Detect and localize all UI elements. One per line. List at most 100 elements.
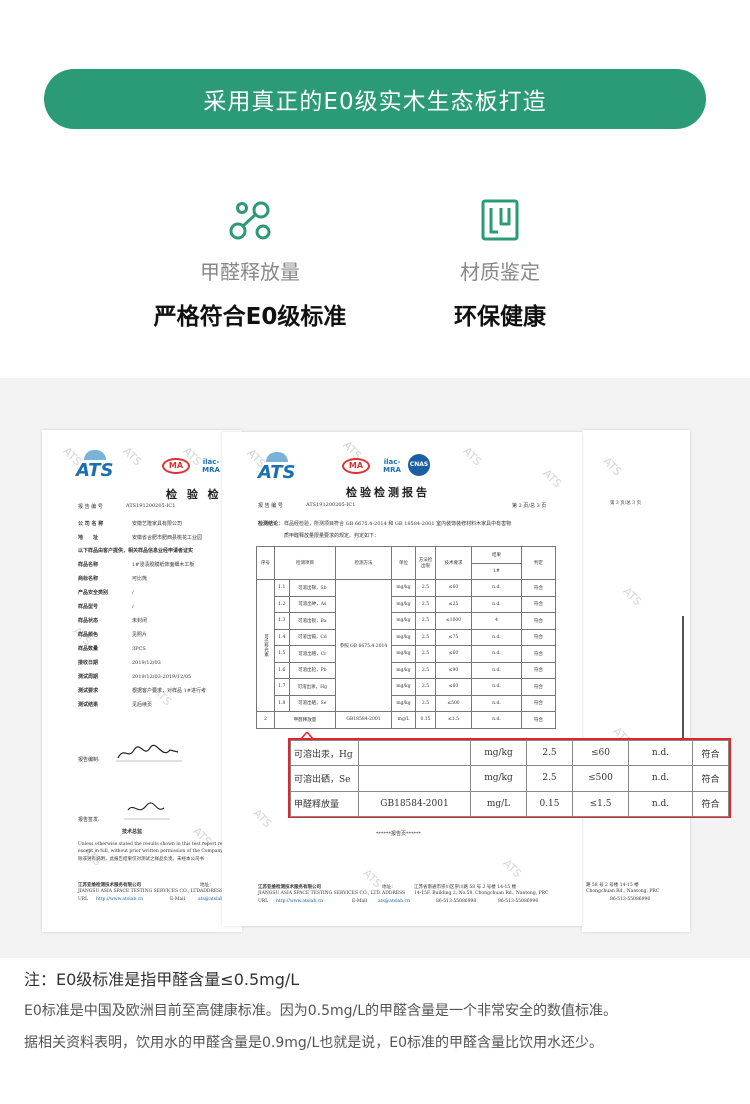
field-row: 样品名称 1#浸渍胶膜纸饰面细木工板: [78, 562, 195, 568]
cell: 2.5: [526, 765, 573, 792]
cell: 符合: [521, 595, 556, 613]
cell: ≤25: [435, 595, 472, 613]
footer-address: 江苏省南通市崇川区崇川路 58 号 2 号楼 14-15 楼: [414, 885, 517, 890]
report-page-1: ATS ATS ATS ATS ATS ATS ATS ATS MA ilac-…: [42, 430, 242, 932]
approver-title: 技术总监: [122, 829, 143, 835]
ilac-logo: ilac-MRA: [383, 458, 401, 474]
cell: n.d.: [628, 765, 693, 792]
field-row: 产品安全类别 /: [78, 590, 134, 596]
molecule-icon: [226, 196, 274, 244]
ats-logo: ATS: [76, 450, 113, 481]
cell: ≤60: [435, 678, 472, 696]
table-row: 可溶出硒，Se mg/kg 2.5 ≤500 n.d. 符合: [290, 765, 729, 792]
cell: 甲醛释放量: [274, 711, 336, 729]
cell: ≤60: [572, 739, 629, 767]
cell: mg/kg: [391, 579, 416, 597]
field-row: 样品状态 未封闭: [78, 618, 148, 624]
footer-url[interactable]: http://www.atslab.cn: [96, 897, 143, 902]
header-cell: 单位: [391, 546, 416, 580]
field-row: 测试要求 根据客户要求，对样品 1#进行考: [78, 688, 206, 694]
cell: 可溶出硒，Se: [290, 765, 359, 792]
header-cell: 1#: [471, 562, 522, 580]
cell: 2.5: [415, 694, 436, 712]
footer-url-label: URL: [258, 899, 269, 904]
cell: 符合: [521, 678, 556, 696]
cell: n.d.: [471, 661, 522, 679]
method-cell: 参照 GB 6675.4-2014: [335, 579, 392, 712]
cell: mg/kg: [391, 694, 416, 712]
watermark: ATS: [460, 444, 484, 469]
footer-address: 路 58 号 2 号楼 14-15 楼: [586, 883, 639, 888]
footer-address-en: 14-15F, Building 2, No.58, Chongchuan Rd…: [414, 891, 549, 896]
cell: 符合: [692, 739, 729, 767]
watermark: ATS: [600, 454, 624, 479]
feature-material: 材质鉴定 环保健康: [350, 196, 650, 331]
field-row: 地 址安徽省合肥市肥西县桃花工业园: [78, 535, 203, 541]
report-title: 检 验 检: [166, 488, 222, 501]
note-text: E0标准是中国及欧洲目前至高健康标准。因为0.5mg/L的甲醛含量是一个非常安全…: [24, 1003, 618, 1019]
field-row: 样品数量 3PCS: [78, 646, 146, 652]
cell: 甲醛释放量: [290, 790, 359, 817]
watermark: ATS: [360, 866, 384, 891]
cell: 可溶出砷，As: [288, 595, 337, 613]
cell: 符合: [692, 790, 729, 817]
highlight-table: 可溶出汞，Hg mg/kg 2.5 ≤60 n.d. 符合 可溶出硒，Se mg…: [290, 739, 729, 817]
cell: 可溶出镉，Cd: [288, 628, 337, 646]
cell: n.d.: [471, 645, 522, 663]
cell: n.d.: [471, 678, 522, 696]
conclusion-label: 检测结论：: [258, 521, 284, 527]
field-row: 接收日期 2019/12/03: [78, 660, 161, 666]
cell: 2.5: [415, 612, 436, 630]
test-report-area: ATS ATS ATS ATS ATS ATS ATS ATS MA ilac-…: [0, 378, 750, 958]
result-table: 序号 检测项目 检测方法 单位 方法检出限 技术要求 结果 判定 1# 可迁移元…: [256, 546, 556, 729]
cell: 4: [471, 612, 522, 630]
approver-label: 报告签发:: [78, 817, 100, 823]
wood-panel-icon: [476, 196, 524, 244]
report-no: ATS191200205-IC1: [126, 503, 176, 509]
cell: ≤500: [435, 694, 472, 712]
signature-image: [124, 802, 170, 820]
field-row: 测试周期 2019/12/03-2019/12/05: [78, 674, 192, 680]
report-title: 检验检测报告: [346, 486, 430, 499]
cell: mg/kg: [391, 628, 416, 646]
cell: mg/L: [391, 711, 416, 729]
cell: 1.8: [274, 694, 290, 712]
conclusion-text-2: 质甲醛释放量限量要求的规定。判定如下：: [284, 533, 380, 539]
footer-email-label: E-Mail: [352, 899, 368, 904]
group-cell: 可迁移元素: [256, 579, 275, 712]
field-row: 样品颜色 见照片: [78, 632, 148, 638]
field-row: 公 司 名 称安徽艺隆家具有限公司: [78, 521, 183, 527]
cell: 可溶出铅，Pb: [288, 661, 337, 679]
cell: 可溶出钡，Ba: [288, 612, 337, 630]
cell: n.d.: [471, 628, 522, 646]
table-row: 1.7 可溶出汞，Hg mg/kg 2.5 ≤60 n.d. 符合: [257, 678, 556, 696]
cell: [358, 765, 471, 792]
header-cell: 技术要求: [435, 546, 472, 580]
watermark: ATS: [250, 806, 274, 831]
footer-email[interactable]: ats@atslab.cn: [378, 899, 410, 904]
table-row: 2 甲醛释放量 GB18584-2001 mg/L 0.15 ≤1.5 n.d.…: [256, 711, 556, 729]
cell: 符合: [692, 765, 729, 792]
field-row: 商标名称 可比熊: [78, 576, 148, 582]
field-row: 样品型号 /: [78, 604, 134, 610]
cell: 2.5: [526, 739, 573, 767]
feature-label: 材质鉴定: [460, 260, 540, 284]
cell: 符合: [521, 645, 556, 663]
cell: mg/kg: [391, 595, 416, 613]
footer-url-label: URL: [78, 897, 89, 902]
header-cell: 结果: [471, 546, 522, 564]
footer-url[interactable]: http://www.atslab.cn: [276, 899, 323, 904]
cell: 2.5: [415, 661, 436, 679]
headline-text: 采用真正的E0级实木生态板打造: [203, 89, 547, 115]
note-heading: 注：E0级标准是指甲醛含量≤0.5mg/L: [24, 970, 300, 989]
footer-email-label: E-Mail: [170, 897, 186, 902]
cell: ≤75: [435, 628, 472, 646]
end-of-report: ******报告页******: [376, 831, 422, 837]
header-cell: 检测方法: [335, 546, 392, 580]
cnas-logo: CNAS: [408, 454, 430, 476]
cell: 2.5: [415, 579, 436, 597]
report-no-label: 报 告 编 号: [78, 504, 103, 510]
watermark: ATS: [620, 584, 644, 609]
cell: ≤1.5: [435, 711, 472, 729]
table-row: 1.2 可溶出砷，As mg/kg 2.5 ≤25 n.d. 符合: [257, 595, 556, 613]
